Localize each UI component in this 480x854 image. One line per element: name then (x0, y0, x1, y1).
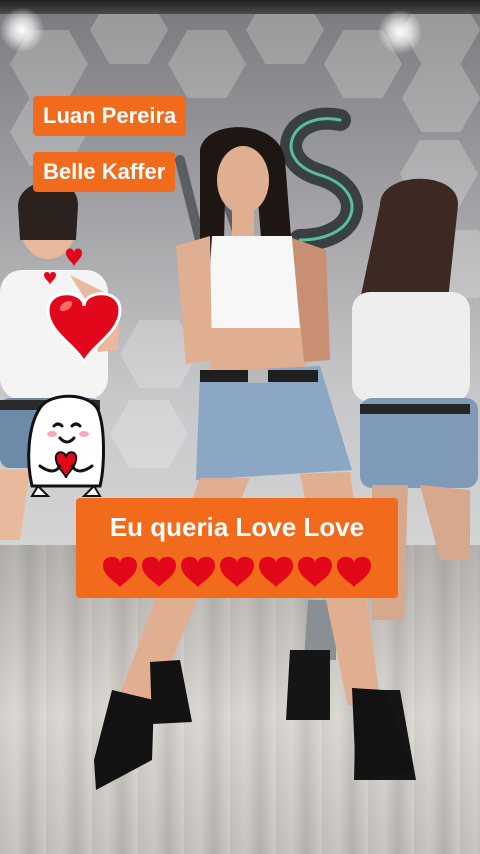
heart-emoji-icon (298, 556, 332, 587)
video-frame: Luan Pereira Belle Kaffer Eu queria Love… (0, 0, 480, 854)
heart-emoji-icon (259, 556, 293, 587)
heart-emoji-icon (142, 556, 176, 587)
caption-hearts-row (103, 556, 371, 587)
heart-emoji-icon (181, 556, 215, 587)
lyric-caption-text: Eu queria Love Love (109, 512, 365, 542)
artist-tag-1: Luan Pereira (33, 96, 187, 136)
heart-emoji-icon (337, 556, 371, 587)
lyric-caption: Eu queria Love Love (76, 498, 398, 598)
artist-tag-2: Belle Kaffer (33, 152, 176, 192)
heart-emoji-icon (103, 556, 137, 587)
flork-holding-heart-icon (27, 394, 105, 497)
heart-emoji-icon (220, 556, 254, 587)
red-heart-icon (46, 292, 122, 364)
